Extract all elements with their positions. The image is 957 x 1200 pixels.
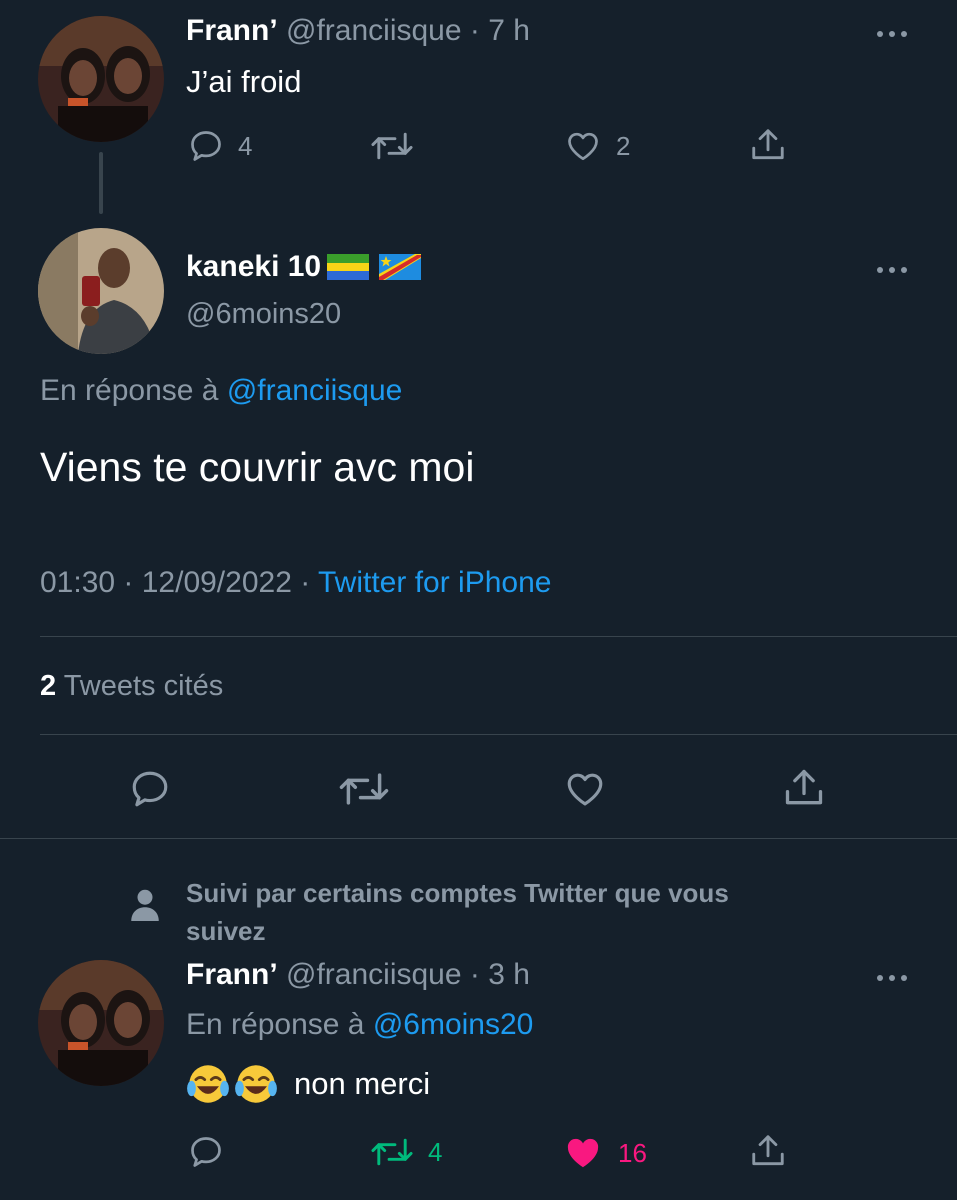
reply-prefix: En réponse à [40,374,219,407]
author-handle[interactable]: @franciisque [286,958,462,991]
share-icon [752,129,784,160]
like-button[interactable]: 16 [562,1134,647,1172]
quote-label: Tweets cités [63,670,224,702]
reply-icon [191,1137,221,1167]
reply-count: 4 [238,130,253,161]
share-button[interactable] [780,766,828,810]
drc-flag-icon [379,254,422,280]
author-name-row: kaneki 10 [186,250,423,284]
reply-to-link[interactable]: @franciisque [227,374,403,407]
like-button[interactable] [562,768,608,810]
retweet-button[interactable]: 4 [370,1134,442,1170]
tweet-text-row: non merci [186,1062,430,1106]
avatar[interactable] [38,228,164,354]
retweet-count: 4 [428,1136,443,1167]
retweet-icon [371,132,413,160]
share-icon [785,769,823,805]
avatar[interactable] [38,16,164,142]
like-count: 16 [618,1137,647,1168]
joy-emoji-icon [187,1065,229,1103]
heart-filled-icon [567,1138,599,1168]
quote-count: 2 [40,670,57,702]
more-options-icon[interactable] [877,263,913,275]
tweet-text: non merci [294,1066,431,1101]
reply-context: En réponse à @franciisque [40,374,402,408]
retweet-button[interactable] [370,128,414,164]
avatar-photo [38,960,164,1086]
reply-button[interactable]: 4 [188,128,252,164]
retweet-icon [371,1138,413,1166]
thread-line [99,152,103,214]
person-icon [131,889,159,921]
author-handle[interactable]: @franciisque [286,14,462,47]
heart-icon [567,773,603,806]
retweet-button[interactable] [338,768,390,810]
author-name[interactable]: kaneki 10 [186,250,321,284]
like-count: 2 [616,130,631,161]
avatar[interactable] [38,960,164,1086]
divider [40,734,957,735]
reply-context: En réponse à @6moins20 [186,1008,533,1042]
tweet-datetime[interactable]: 01:30 · 12/09/2022 · [40,566,310,599]
author-name[interactable]: Frann’ [186,958,278,991]
more-options-icon[interactable] [877,27,913,39]
tweet-source-link[interactable]: Twitter for iPhone [318,566,551,599]
reply-prefix: En réponse à [186,1008,365,1041]
tweet-text: Viens te couvrir avc moi [40,444,475,490]
author-handle[interactable]: @6moins20 [186,298,341,331]
tweet-time[interactable]: · 3 h [470,958,530,991]
tweet-text: J’ai froid [186,64,302,99]
reply-icon [191,131,221,161]
avatar-photo [38,228,164,354]
reply-button[interactable] [128,768,172,810]
gabon-flag-icon [327,254,370,280]
tweet-meta: 01:30 · 12/09/2022 · Twitter for iPhone [40,566,551,600]
divider [0,838,957,839]
tweet-header: Frann’ @franciisque · 3 h [186,958,530,992]
reply-to-link[interactable]: @6moins20 [373,1008,534,1041]
author-name[interactable]: Frann’ [186,14,278,47]
more-options-icon[interactable] [877,971,913,983]
tweet-header: Frann’ @franciisque · 7 h [186,14,530,48]
share-icon [752,1135,784,1166]
reply-button[interactable] [188,1134,224,1170]
quote-tweets-link[interactable]: 2 Tweets cités [40,670,223,703]
avatar-photo [38,16,164,142]
heart-icon [568,132,598,161]
reply-icon [132,771,168,807]
joy-emoji-icon [235,1065,277,1103]
tweet-time[interactable]: · 7 h [470,14,530,47]
divider [40,636,957,637]
like-button[interactable]: 2 [564,128,630,164]
social-context: Suivi par certains comptes Twitter que v… [186,878,729,946]
share-button[interactable] [748,126,788,164]
share-button[interactable] [748,1132,788,1170]
retweet-icon [339,773,389,805]
